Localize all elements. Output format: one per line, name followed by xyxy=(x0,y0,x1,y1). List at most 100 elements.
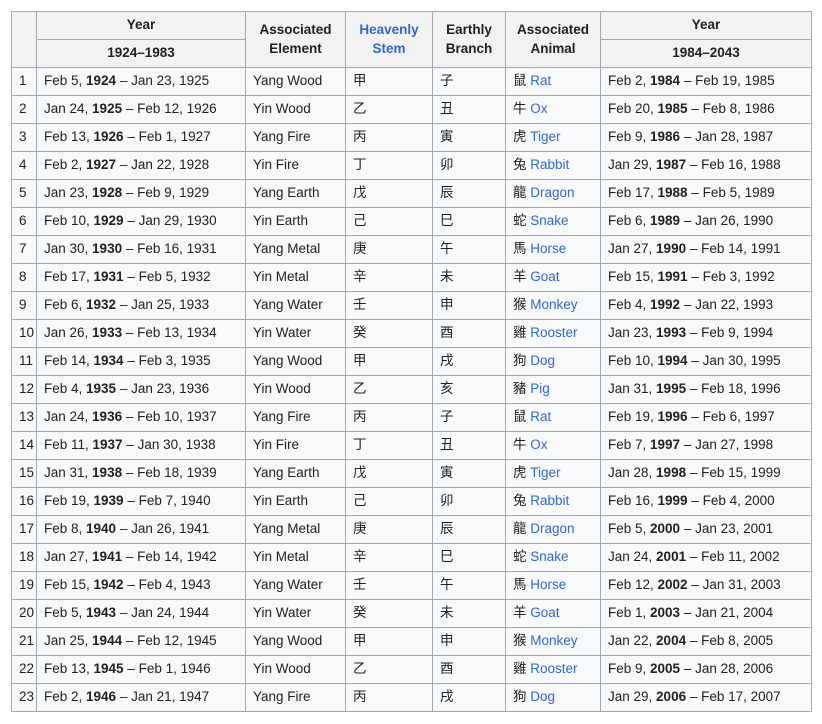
associated-element: Yang Metal xyxy=(245,235,346,264)
year2-end-suffix: – Feb 8, 1986 xyxy=(687,101,775,117)
header-earthly-branch-line2: Branch xyxy=(445,40,493,56)
earthly-branch: 子 xyxy=(432,403,506,432)
animal-link[interactable]: Rat xyxy=(530,73,551,88)
animal-link[interactable]: Rooster xyxy=(530,661,577,676)
year-end-suffix: – Jan 29, 1930 xyxy=(123,213,217,229)
year-start-prefix: Feb 2, xyxy=(44,689,87,705)
year-range-1984-2043: Jan 29, 1987 – Feb 16, 1988 xyxy=(600,151,812,180)
associated-animal: 馬 Horse xyxy=(505,571,601,600)
row-index: 22 xyxy=(11,655,37,684)
animal-link[interactable]: Rooster xyxy=(530,325,577,340)
associated-element: Yang Fire xyxy=(245,403,346,432)
earthly-branch: 戌 xyxy=(432,347,506,376)
year-start-year: 1929 xyxy=(93,213,124,229)
table-row: 20 Feb 5, 1943 – Jan 24, 1944 Yin Water 癸未羊… xyxy=(11,599,812,628)
year-start-prefix: Feb 2, xyxy=(44,157,87,173)
animal-link[interactable]: Goat xyxy=(530,269,559,284)
animal-link[interactable]: Rat xyxy=(530,409,551,424)
year-start-prefix: Feb 11, xyxy=(44,437,93,453)
year2-start-year: 1998 xyxy=(656,465,687,481)
year-start-prefix: Jan 26, xyxy=(44,325,93,341)
associated-animal: 龍 Dragon xyxy=(505,179,601,208)
year-range-1924-1983: Jan 25, 1944 – Feb 12, 1945 xyxy=(36,627,246,656)
table-row: 22 Feb 13, 1945 – Feb 1, 1946 Yin Wood 乙酉雞 … xyxy=(11,655,812,684)
year2-start-year: 1986 xyxy=(650,129,681,145)
header-associated-element-line2: Element xyxy=(269,40,322,56)
year2-end-suffix: – Feb 14, 1991 xyxy=(686,241,781,257)
year2-start-year: 2001 xyxy=(656,549,687,565)
year-start-prefix: Feb 6, xyxy=(44,297,87,313)
animal-link[interactable]: Tiger xyxy=(530,465,560,480)
animal-link[interactable]: Monkey xyxy=(530,633,577,648)
animal-link[interactable]: Monkey xyxy=(530,297,577,312)
animal-character: 羊 xyxy=(513,269,527,286)
earthly-branch: 酉 xyxy=(432,655,506,684)
animal-link[interactable]: Horse xyxy=(530,241,566,256)
year-start-prefix: Feb 15, xyxy=(44,577,94,593)
animal-link[interactable]: Rabbit xyxy=(530,157,569,172)
year-start-year: 1934 xyxy=(93,353,124,369)
row-index: 23 xyxy=(11,683,37,712)
heavenly-stem: 戊 xyxy=(345,179,433,208)
animal-link[interactable]: Horse xyxy=(530,577,566,592)
associated-animal: 羊 Goat xyxy=(505,599,601,628)
sexagenary-cycle-table: Year Associated Element Heavenly Stem Ea… xyxy=(11,11,812,712)
year-range-1924-1983: Feb 2, 1946 – Jan 21, 1947 xyxy=(36,683,246,712)
heavenly-stem: 丁 xyxy=(345,151,433,180)
animal-link[interactable]: Snake xyxy=(530,549,568,564)
year2-end-suffix: – Feb 11, 2002 xyxy=(686,549,780,565)
heavenly-stem: 甲 xyxy=(345,67,433,96)
animal-link[interactable]: Pig xyxy=(530,381,550,396)
table-row: 11 Feb 14, 1934 – Feb 3, 1935 Yang Wood 甲戌狗… xyxy=(11,347,812,376)
earthly-branch: 申 xyxy=(432,291,506,320)
year2-start-prefix: Feb 1, xyxy=(608,605,651,621)
animal-link[interactable]: Dragon xyxy=(530,185,574,200)
animal-link[interactable]: Rabbit xyxy=(530,493,569,508)
animal-link[interactable]: Dog xyxy=(530,353,555,368)
animal-link[interactable]: Dragon xyxy=(530,521,574,536)
year-start-year: 1933 xyxy=(92,325,123,341)
year2-start-prefix: Feb 20, xyxy=(608,101,658,117)
row-index: 19 xyxy=(11,571,37,600)
heavenly-stem: 乙 xyxy=(345,375,433,404)
year-end-suffix: – Feb 12, 1945 xyxy=(122,633,217,649)
year2-end-suffix: – Feb 18, 1996 xyxy=(686,381,781,397)
year2-end-suffix: – Feb 16, 1988 xyxy=(686,157,781,173)
table-row: 1 Feb 5, 1924 – Jan 23, 1925 Yang Wood 甲子鼠 … xyxy=(11,67,812,96)
animal-link[interactable]: Goat xyxy=(530,605,559,620)
animal-link[interactable]: Ox xyxy=(530,437,547,452)
row-index: 14 xyxy=(11,431,37,460)
year-start-year: 1937 xyxy=(92,437,123,453)
year-start-year: 1940 xyxy=(86,521,117,537)
header-heavenly-stem-line1[interactable]: Heavenly xyxy=(353,21,425,39)
animal-link[interactable]: Ox xyxy=(530,101,547,116)
associated-animal: 豬 Pig xyxy=(505,375,601,404)
header-heavenly-stem[interactable]: Heavenly Stem xyxy=(345,11,433,68)
header-row-top: Year Associated Element Heavenly Stem Ea… xyxy=(11,11,812,68)
table-row: 10 Jan 26, 1933 – Feb 13, 1934 Yin Water 癸酉… xyxy=(11,319,812,348)
year2-end-suffix: – Jan 22, 1993 xyxy=(680,297,774,313)
heavenly-stem: 庚 xyxy=(345,515,433,544)
header-heavenly-stem-line2[interactable]: Stem xyxy=(353,40,425,58)
year-start-year: 1927 xyxy=(86,157,117,173)
year2-start-prefix: Feb 17, xyxy=(608,185,658,201)
animal-link[interactable]: Dog xyxy=(530,689,555,704)
associated-animal: 鼠 Rat xyxy=(505,67,601,96)
year2-end-suffix: – Jan 28, 2006 xyxy=(680,661,774,677)
animal-link[interactable]: Snake xyxy=(530,213,568,228)
year-end-suffix: – Feb 1, 1946 xyxy=(123,661,211,677)
header-associated-element: Associated Element xyxy=(245,11,346,68)
table-row: 16 Feb 19, 1939 – Feb 7, 1940 Yin Earth 己卯兔… xyxy=(11,487,812,516)
earthly-branch: 寅 xyxy=(432,123,506,152)
year2-start-year: 1987 xyxy=(656,157,687,173)
year2-end-suffix: – Jan 27, 1998 xyxy=(680,437,774,453)
year-start-year: 1931 xyxy=(93,269,124,285)
associated-animal: 馬 Horse xyxy=(505,235,601,264)
heavenly-stem: 丙 xyxy=(345,683,433,712)
animal-link[interactable]: Tiger xyxy=(530,129,560,144)
year-start-year: 1944 xyxy=(92,633,123,649)
year-range-1924-1983: Jan 23, 1928 – Feb 9, 1929 xyxy=(36,179,246,208)
year-range-1984-2043: Feb 1, 2003 – Jan 21, 2004 xyxy=(600,599,812,628)
year-start-year: 1939 xyxy=(93,493,124,509)
table-header: Year Associated Element Heavenly Stem Ea… xyxy=(11,11,812,68)
